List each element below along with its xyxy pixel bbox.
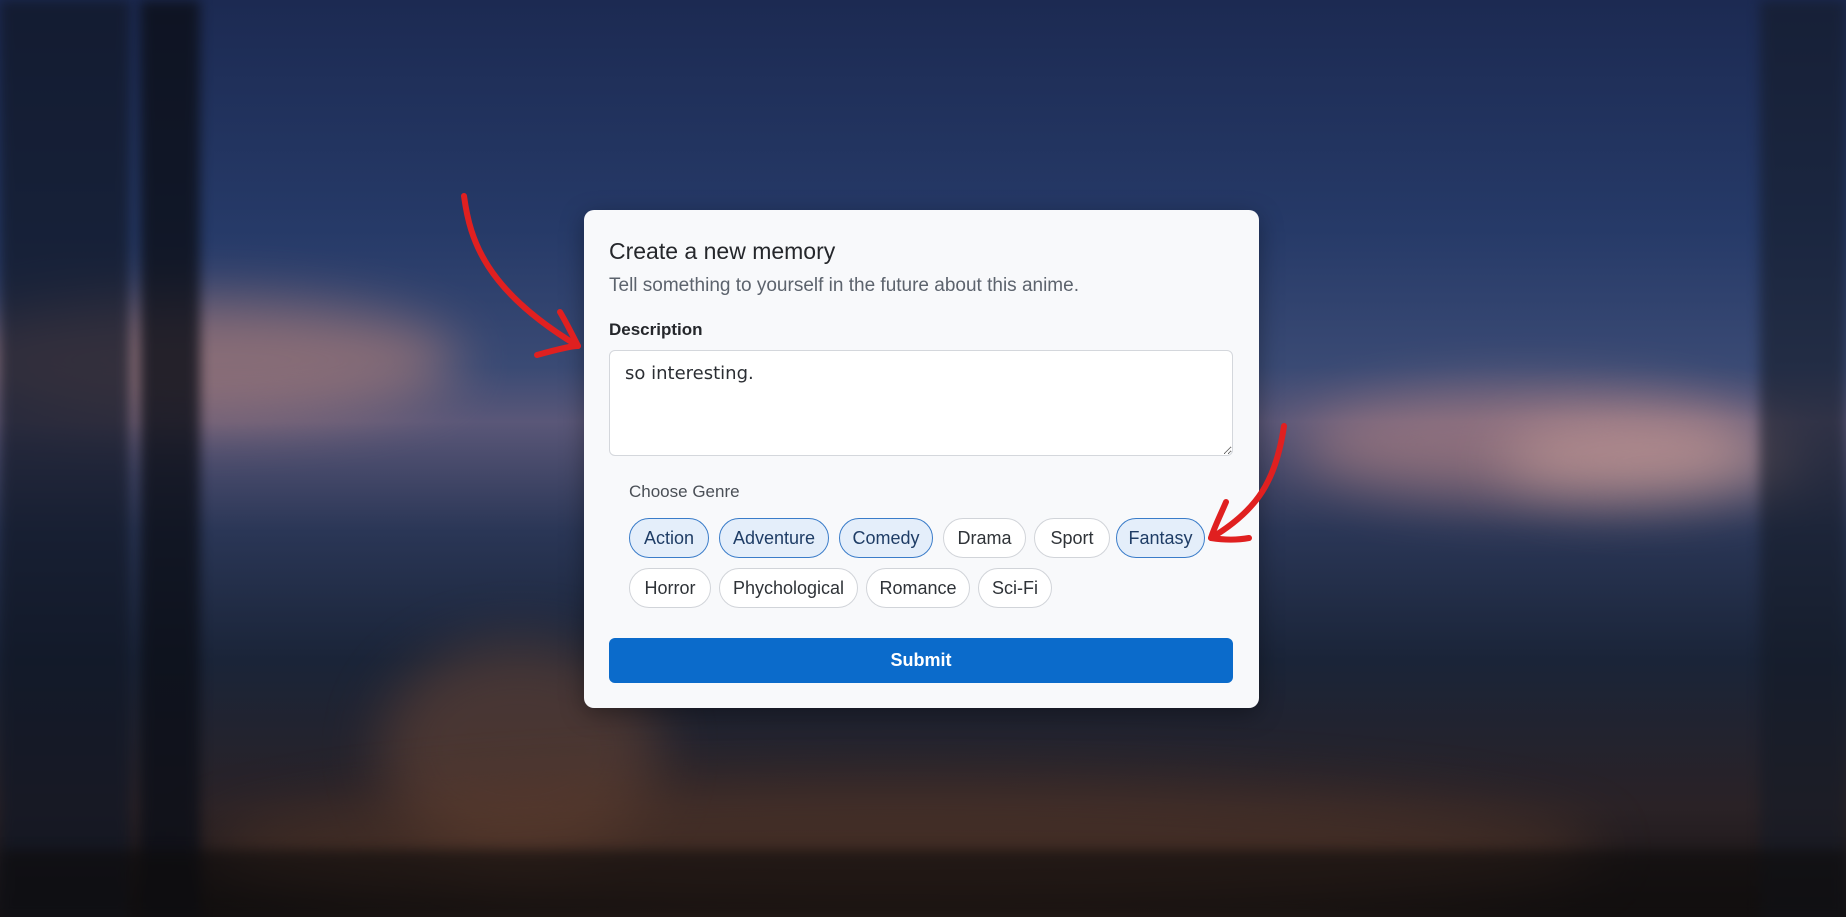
background-window-frame <box>1760 0 1846 917</box>
dialog-subtitle: Tell something to yourself in the future… <box>609 275 1079 296</box>
description-label: Description <box>609 320 703 339</box>
genre-chip-sci-fi[interactable]: Sci-Fi <box>978 568 1052 608</box>
dialog-title: Create a new memory <box>609 238 836 264</box>
genre-chip-sport[interactable]: Sport <box>1034 518 1110 558</box>
genre-label: Choose Genre <box>629 482 740 501</box>
genre-chip-drama[interactable]: Drama <box>943 518 1026 558</box>
genre-chip-fantasy[interactable]: Fantasy <box>1116 518 1205 558</box>
background-window-frame <box>0 0 130 917</box>
description-textarea[interactable]: so interesting. <box>609 350 1233 456</box>
genre-chip-horror[interactable]: Horror <box>629 568 711 608</box>
genre-chip-adventure[interactable]: Adventure <box>719 518 829 558</box>
create-memory-dialog: Create a new memory Tell something to yo… <box>584 210 1259 708</box>
genre-chip-romance[interactable]: Romance <box>866 568 970 608</box>
background-window-frame <box>140 0 200 917</box>
background-cloud <box>1500 420 1800 500</box>
genre-chip-phychological[interactable]: Phychological <box>719 568 858 608</box>
background-floor <box>0 850 1846 917</box>
genre-chip-action[interactable]: Action <box>629 518 709 558</box>
submit-button[interactable]: Submit <box>609 638 1233 683</box>
genre-chip-comedy[interactable]: Comedy <box>839 518 933 558</box>
